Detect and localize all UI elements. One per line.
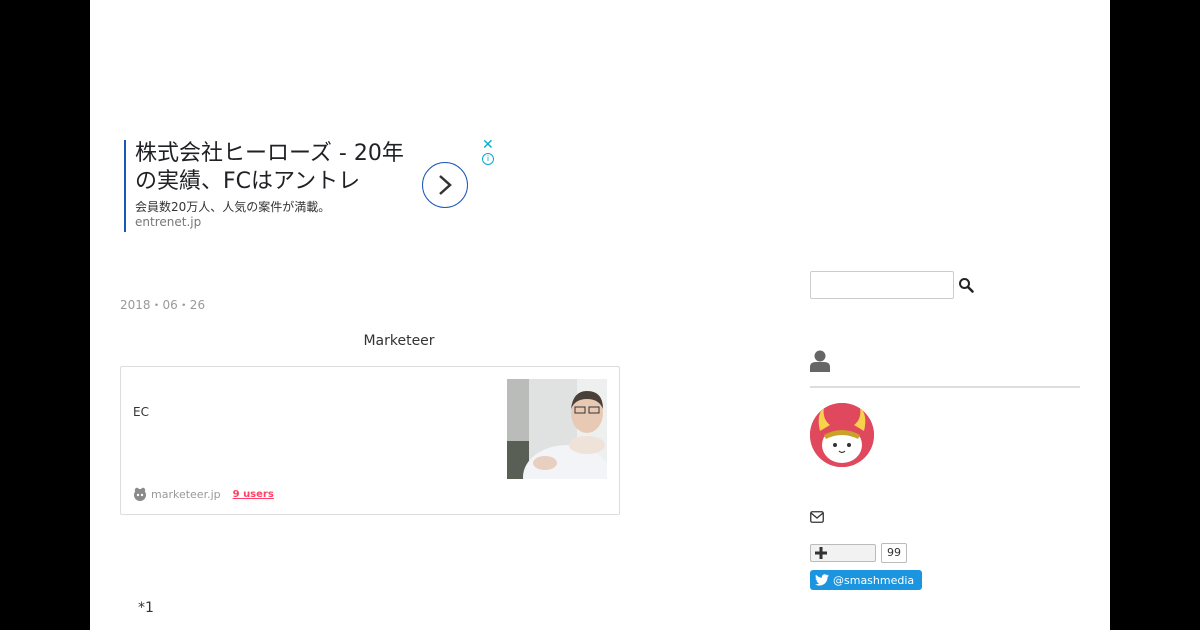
chevron-right-icon — [439, 175, 452, 195]
embed-card-title[interactable]: Marketeer — [120, 333, 678, 349]
close-icon[interactable]: ✕ — [482, 137, 494, 153]
user-icon — [810, 350, 830, 372]
embed-card-site[interactable]: marketeer.jp — [151, 488, 221, 501]
footnote[interactable]: *1 — [138, 600, 154, 616]
ad-description: 会員数20万人、人気の案件が満載。 — [135, 200, 331, 214]
follower-count: 99 — [881, 543, 907, 563]
avatar[interactable] — [810, 403, 874, 467]
embed-card-text: EC — [133, 405, 149, 419]
info-icon[interactable]: i — [482, 153, 494, 165]
follow-button[interactable] — [810, 544, 876, 562]
section-divider — [810, 386, 1080, 388]
search-icon[interactable] — [958, 277, 974, 293]
twitter-handle: @smashmedia — [833, 573, 915, 587]
twitter-follow-button[interactable]: @smashmedia — [810, 570, 923, 590]
bookmark-users-link[interactable]: 9 users — [233, 489, 274, 500]
ad-url[interactable]: entrenet.jp — [135, 215, 201, 229]
envelope-icon[interactable] — [810, 511, 824, 523]
sponsored-ad[interactable]: 株式会社ヒーローズ - 20年の実績、FCはアントレ 会員数20万人、人気の案件… — [124, 137, 496, 232]
plus-icon — [815, 547, 827, 559]
ad-open-button[interactable] — [422, 162, 468, 208]
page: 株式会社ヒーローズ - 20年の実績、FCはアントレ 会員数20万人、人気の案件… — [90, 0, 1110, 630]
ad-title[interactable]: 株式会社ヒーローズ - 20年の実績、FCはアントレ — [135, 140, 415, 196]
twitter-bird-icon — [815, 574, 829, 586]
site-favicon-icon — [134, 487, 146, 501]
avatar-image — [810, 403, 874, 467]
post-date: 2018・06・26 — [120, 298, 206, 312]
search-input[interactable] — [810, 271, 954, 299]
embed-card-thumbnail[interactable] — [507, 379, 607, 479]
embed-card[interactable]: EC marketeer.jp 9 users — [120, 366, 620, 515]
embed-card-footer: marketeer.jp 9 users — [133, 487, 274, 501]
